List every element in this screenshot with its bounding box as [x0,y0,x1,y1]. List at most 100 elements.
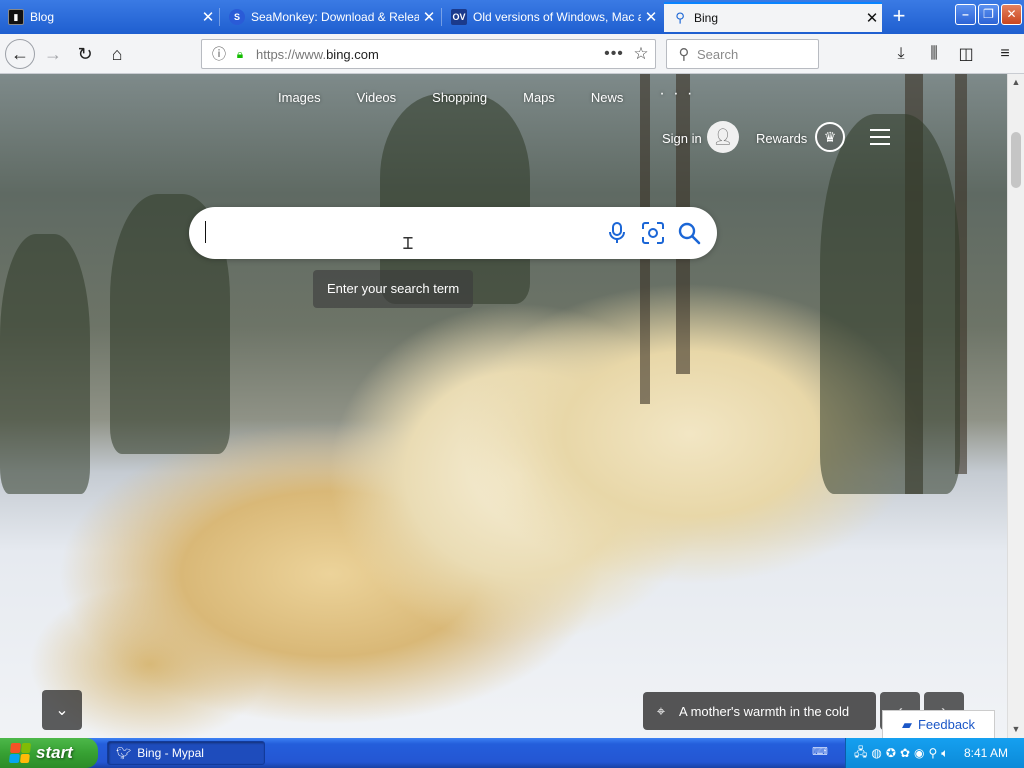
security-icon[interactable]: ✪ [886,746,896,760]
sidebar-button[interactable]: ◫ [951,39,981,69]
windows-taskbar: start 🐦︎ Bing - Mypal ⌨ 🖧︎ ◍ ✪ ✿ ◉ ⚲ 🔈︎ … [0,738,1024,768]
minimize-button[interactable]: – [955,4,976,25]
sign-in-link[interactable]: Sign in [662,131,702,146]
downloads-button[interactable]: ⤓ [886,39,916,69]
location-pin-icon: ⌖ [656,702,666,720]
sidebar-icon: ◫ [958,46,974,63]
magnifier-tray-icon[interactable]: ⚲ [928,746,937,760]
home-button[interactable]: ⌂ [102,39,132,69]
taskbar-item-label: Bing - Mypal [137,746,204,760]
url-bar[interactable]: ⓘ 🔒︎ https://www.bing.com ••• ☆ [201,39,656,69]
chevron-down-icon: ⌄ [55,702,69,719]
nav-images[interactable]: Images [278,90,321,105]
update-icon[interactable]: ✿ [900,746,910,760]
bing-homepage: Images Videos Shopping Maps News · · · S… [0,74,1007,738]
background-tree [0,234,90,494]
nav-maps[interactable]: Maps [523,90,555,105]
menu-bar [870,143,890,145]
image-caption-button[interactable]: ⌖ A mother's warmth in the cold [643,692,876,730]
url-text[interactable]: https://www.bing.com [256,47,601,62]
page-actions-icon[interactable]: ••• [601,45,627,63]
search-tooltip: Enter your search term [313,270,474,308]
close-window-button[interactable]: ✕ [1001,4,1022,25]
info-icon[interactable]: ⓘ [208,44,230,64]
bookmark-star-icon[interactable]: ☆ [627,44,655,64]
feedback-label: Feedback [917,717,976,732]
visual-search-glyph [642,222,664,244]
restore-button[interactable]: ❐ [978,4,999,25]
magnifier-glyph [678,222,701,245]
tab-separator [441,8,442,26]
tab-title: SeaMonkey: Download & Release [251,10,419,24]
microphone-icon[interactable] [603,219,631,247]
reload-button[interactable]: ↻ [70,39,100,69]
close-tab-icon[interactable]: ✕ [862,9,882,27]
tab-separator [219,8,220,26]
nav-more-icon[interactable]: · · · [659,85,694,105]
reload-icon: ↻ [77,43,93,64]
hamburger-menu-icon: ≡ [1000,45,1010,62]
tab-seamonkey[interactable]: S SeaMonkey: Download & Release ✕ [221,2,439,32]
download-icon: ⤓ [897,45,905,62]
bing-menu-icon[interactable] [870,129,890,145]
network-icon[interactable]: 🖧︎ [854,743,867,764]
new-tab-button[interactable]: + [884,4,914,30]
menu-button[interactable]: ≡ [990,39,1020,69]
page-scrollbar[interactable]: ▲ ▼ [1007,74,1024,738]
antivirus-icon[interactable]: ◉ [914,746,924,760]
search-icon: ⚲ [678,46,690,63]
menu-bar [870,136,890,138]
back-button[interactable]: ← [5,39,35,69]
taskbar-item-mypal[interactable]: 🐦︎ Bing - Mypal [107,741,265,765]
arrow-left-icon: ← [11,43,29,64]
start-label: start [36,743,73,762]
start-button[interactable]: start [0,738,98,768]
arrow-right-icon: → [44,43,62,64]
tab-old-versions[interactable]: OV Old versions of Windows, Mac an ✕ [443,2,661,32]
bing-top-nav: Images Videos Shopping Maps News · · · [278,85,730,105]
tab-title: Blog [30,10,55,24]
microphone-glyph [609,222,625,243]
text-caret [205,221,206,243]
ov-icon: OV [451,9,467,25]
feedback-chat-icon: ▰ [901,716,912,732]
menu-bar [870,129,890,131]
image-caption-text: A mother's warmth in the cold [679,703,850,719]
close-tab-icon[interactable]: ✕ [198,8,218,26]
tab-blog[interactable]: ▮ Blog ✕ [0,2,218,32]
mypal-app-icon: 🐦︎ [116,746,132,760]
scroll-up-arrow-icon[interactable]: ▲ [1008,74,1024,91]
background-tree [820,114,960,494]
search-submit-icon[interactable] [675,219,703,247]
bing-search-box[interactable]: Ꮖ [189,207,717,259]
browser-search-bar[interactable]: ⚲ [666,39,819,69]
home-icon: ⌂ [111,43,123,64]
terminal-icon: ▮ [8,9,24,25]
library-button[interactable]: ⫼ [919,39,949,69]
nav-shopping[interactable]: Shopping [432,90,487,105]
close-tab-icon[interactable]: ✕ [641,8,661,26]
volume-icon[interactable]: 🔈︎ [941,746,948,761]
text-cursor-icon: Ꮖ [403,236,414,253]
avatar-icon[interactable]: 👤︎ [707,121,739,153]
nav-news[interactable]: News [591,90,624,105]
close-tab-icon[interactable]: ✕ [419,8,439,26]
rewards-trophy-icon[interactable]: ♛ [815,122,845,152]
lock-icon[interactable]: 🔒︎ [232,47,248,62]
feedback-button[interactable]: ▰ Feedback [882,710,995,738]
scrollbar-thumb[interactable] [1011,132,1021,188]
tab-title: Bing [694,11,719,25]
keyboard-layout-icon[interactable]: ⌨ [812,745,828,759]
visual-search-icon[interactable] [639,219,667,247]
tab-title: Old versions of Windows, Mac an [473,10,641,24]
nav-videos[interactable]: Videos [357,90,397,105]
tab-bing[interactable]: ⚲ Bing ✕ [664,2,882,32]
browser-search-input[interactable] [697,46,807,62]
scroll-down-button[interactable]: ⌄ [42,690,82,730]
search-icon: ⚲ [675,10,685,25]
rewards-link[interactable]: Rewards [756,131,807,146]
forward-button[interactable]: → [38,39,68,69]
scroll-down-arrow-icon[interactable]: ▼ [1008,721,1024,738]
globe-icon[interactable]: ◍ [871,746,881,760]
seamonkey-icon: S [229,9,245,25]
